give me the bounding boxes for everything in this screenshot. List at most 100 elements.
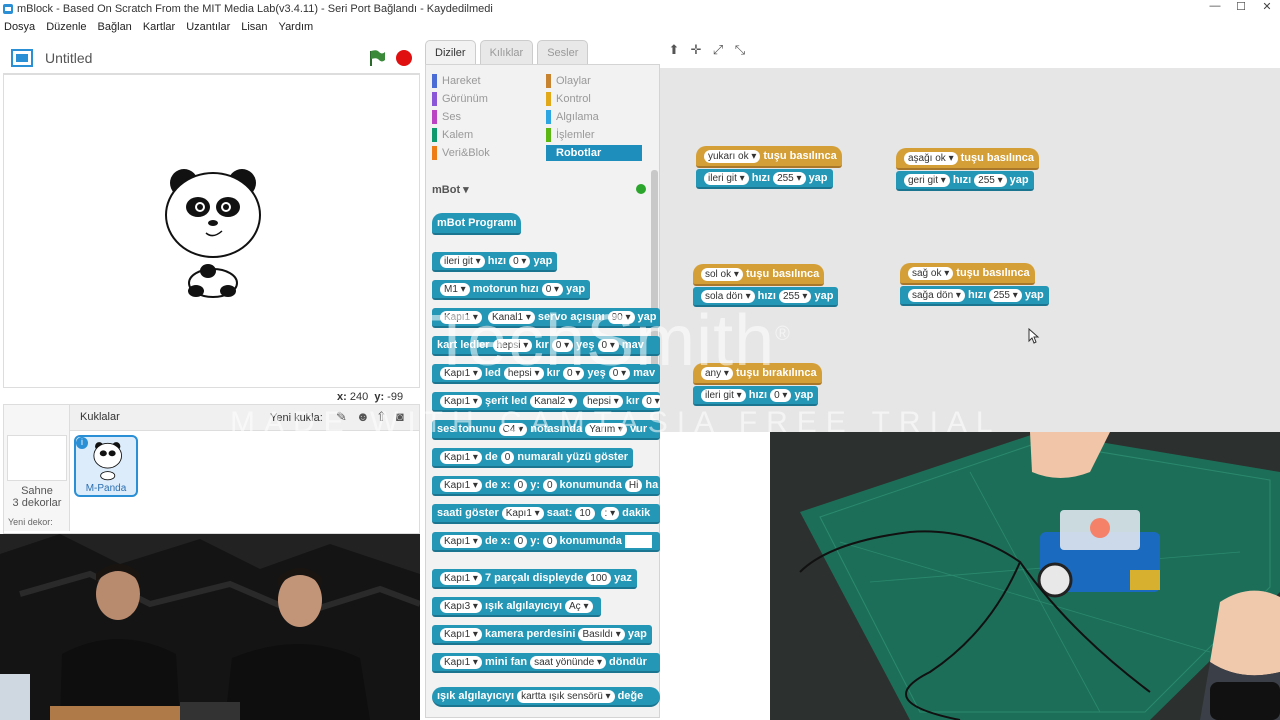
key-dropdown[interactable]: sol ok — [701, 267, 743, 281]
minimize-icon[interactable]: — — [1202, 0, 1228, 13]
info-icon[interactable]: i — [76, 437, 88, 449]
dropdown[interactable]: Basıldı — [578, 627, 625, 641]
shrink-icon[interactable]: ⤡ — [729, 42, 751, 58]
direction-dropdown[interactable]: ileri git — [701, 388, 746, 402]
number-input[interactable]: 0 — [513, 534, 528, 548]
stage-label: Sahne — [21, 485, 53, 497]
category-veri-blok[interactable]: Veri&Blok — [432, 145, 490, 161]
block-face-draw[interactable]: Kapı1de x:0y:0konumunda — [432, 532, 660, 552]
block-light-sensor-value[interactable]: ışık algılayıcıyıkartta ışık sensörüdeğe — [432, 687, 660, 707]
maximize-icon[interactable]: ☐ — [1228, 0, 1254, 13]
menu-dosya[interactable]: Dosya — [4, 21, 35, 33]
tab-sounds[interactable]: Sesler — [537, 40, 589, 64]
key-dropdown[interactable]: aşağı ok — [904, 151, 958, 165]
script-cmd-asagi[interactable]: geri githızı255yap — [896, 171, 1034, 191]
category-olaylar[interactable]: Olaylar — [546, 73, 591, 89]
block-text: yap — [1009, 174, 1029, 186]
sprite-thumbnail[interactable]: i M-Panda — [74, 435, 138, 497]
tab-costumes[interactable]: Kılıklar — [479, 40, 534, 64]
dropdown[interactable]: kartta ışık sensörü — [517, 689, 615, 703]
category-kalem[interactable]: Kalem — [432, 127, 473, 143]
grow-icon[interactable]: ⤢ — [707, 42, 729, 58]
block-mbot-program[interactable]: mBot Programı — [432, 213, 522, 235]
menu-lisan[interactable]: Lisan — [241, 21, 267, 33]
category-islemler[interactable]: İşlemler — [546, 127, 595, 143]
category-kontrol[interactable]: Kontrol — [546, 91, 591, 107]
block-camera-shutter[interactable]: Kapı1kamera perdesiniBasıldıyap — [432, 625, 652, 645]
category-gorunum[interactable]: Görünüm — [432, 91, 488, 107]
close-icon[interactable]: ✕ — [1254, 0, 1280, 13]
fullscreen-icon[interactable] — [11, 48, 33, 67]
speed-input[interactable]: 255 — [974, 173, 1007, 187]
menu-duzenle[interactable]: Düzenle — [46, 21, 86, 33]
stop-icon[interactable] — [395, 49, 413, 67]
stage[interactable] — [3, 74, 420, 388]
block-motor[interactable]: M1motorun hızı0yap — [432, 280, 591, 300]
speed-input[interactable]: 0 — [770, 388, 792, 402]
script-cmd-sag[interactable]: sağa dönhızı255yap — [900, 286, 1049, 306]
dropdown[interactable]: Aç — [565, 599, 593, 613]
number-input[interactable]: 0 — [500, 450, 515, 464]
menu-kartlar[interactable]: Kartlar — [143, 21, 175, 33]
speed-input[interactable]: 255 — [773, 171, 806, 185]
green-flag-icon[interactable] — [367, 49, 387, 67]
block-move[interactable]: ileri githızı0yap — [432, 252, 558, 272]
dropdown[interactable]: Kapı1 — [440, 655, 482, 669]
block-7segment[interactable]: Kapı17 parçalı displeyde100yaz — [432, 569, 637, 589]
stage-thumbnail[interactable] — [7, 435, 67, 481]
dropdown[interactable]: ileri git — [440, 254, 485, 268]
block-show-face[interactable]: Kapı1de0numaralı yüzü göster — [432, 448, 633, 468]
script-hat-yukari[interactable]: yukarı oktuşu basılınca — [696, 146, 842, 168]
script-hat-sag[interactable]: sağ oktuşu basılınca — [900, 263, 1035, 285]
script-cmd-yukari[interactable]: ileri githızı255yap — [696, 169, 833, 189]
project-title[interactable]: Untitled — [45, 50, 92, 66]
category-swatch — [432, 92, 437, 106]
block-show-time[interactable]: saati gösterKapı1saat:10:dakik — [432, 504, 660, 524]
block-light-sensor[interactable]: Kapı3ışık algılayıcıyıAç — [432, 597, 601, 617]
direction-dropdown[interactable]: sağa dön — [908, 288, 965, 302]
dropdown[interactable]: Kapı1 — [440, 571, 482, 585]
dropdown[interactable]: Kapı1 — [440, 478, 482, 492]
block-face-text[interactable]: Kapı1de x:0y:0konumundaHiha — [432, 476, 660, 496]
dropdown[interactable]: saat yönünde — [530, 655, 606, 669]
dropdown[interactable]: Kapı1 — [440, 450, 482, 464]
dropdown[interactable]: M1 — [440, 282, 470, 296]
category-hareket[interactable]: Hareket — [432, 73, 481, 89]
menu-baglan[interactable]: Bağlan — [98, 21, 132, 33]
category-ses[interactable]: Ses — [432, 109, 461, 125]
speed-input[interactable]: 255 — [989, 288, 1022, 302]
webcam-presenters — [0, 534, 420, 720]
direction-dropdown[interactable]: geri git — [904, 173, 950, 187]
dropdown[interactable]: Kapı1 — [440, 627, 482, 641]
key-dropdown[interactable]: yukarı ok — [704, 149, 761, 163]
text-input[interactable]: Hi — [624, 478, 643, 492]
number-input[interactable]: 0 — [542, 534, 557, 548]
script-hat-asagi[interactable]: aşağı oktuşu basılınca — [896, 148, 1039, 170]
script-cmd-any[interactable]: ileri githızı0yap — [693, 386, 819, 406]
number-input[interactable]: 0 — [513, 478, 528, 492]
dropdown[interactable]: Kapı1 — [501, 506, 544, 520]
matrix-input[interactable] — [624, 534, 652, 548]
menu-yardim[interactable]: Yardım — [279, 21, 314, 33]
panda-sprite[interactable] — [162, 165, 266, 301]
script-hat-sol[interactable]: sol oktuşu basılınca — [693, 264, 825, 286]
number-input[interactable]: 0 — [509, 254, 531, 268]
number-input[interactable]: 10 — [575, 506, 595, 520]
number-input[interactable]: 100 — [586, 571, 612, 585]
move-icon[interactable]: ✛ — [685, 42, 707, 58]
category-algilama[interactable]: Algılama — [546, 109, 599, 125]
duplicate-icon[interactable]: ⬆ — [663, 42, 685, 58]
extension-menu[interactable]: mBot ▾ — [432, 183, 469, 196]
number-input[interactable]: 0 — [541, 282, 564, 296]
category-robotlar[interactable]: Robotlar — [546, 145, 642, 161]
direction-dropdown[interactable]: ileri git — [704, 171, 749, 185]
dropdown[interactable]: : — [600, 506, 620, 520]
menu-uzantilar[interactable]: Uzantılar — [186, 21, 230, 33]
block-mini-fan[interactable]: Kapı1mini fansaat yönündedöndür — [432, 653, 660, 673]
tab-scripts[interactable]: Diziler — [425, 40, 476, 64]
dropdown[interactable]: Kapı1 — [440, 534, 482, 548]
key-dropdown[interactable]: sağ ok — [908, 266, 954, 280]
block-text: konumunda — [559, 479, 622, 491]
dropdown[interactable]: Kapı3 — [440, 599, 482, 613]
number-input[interactable]: 0 — [542, 478, 557, 492]
